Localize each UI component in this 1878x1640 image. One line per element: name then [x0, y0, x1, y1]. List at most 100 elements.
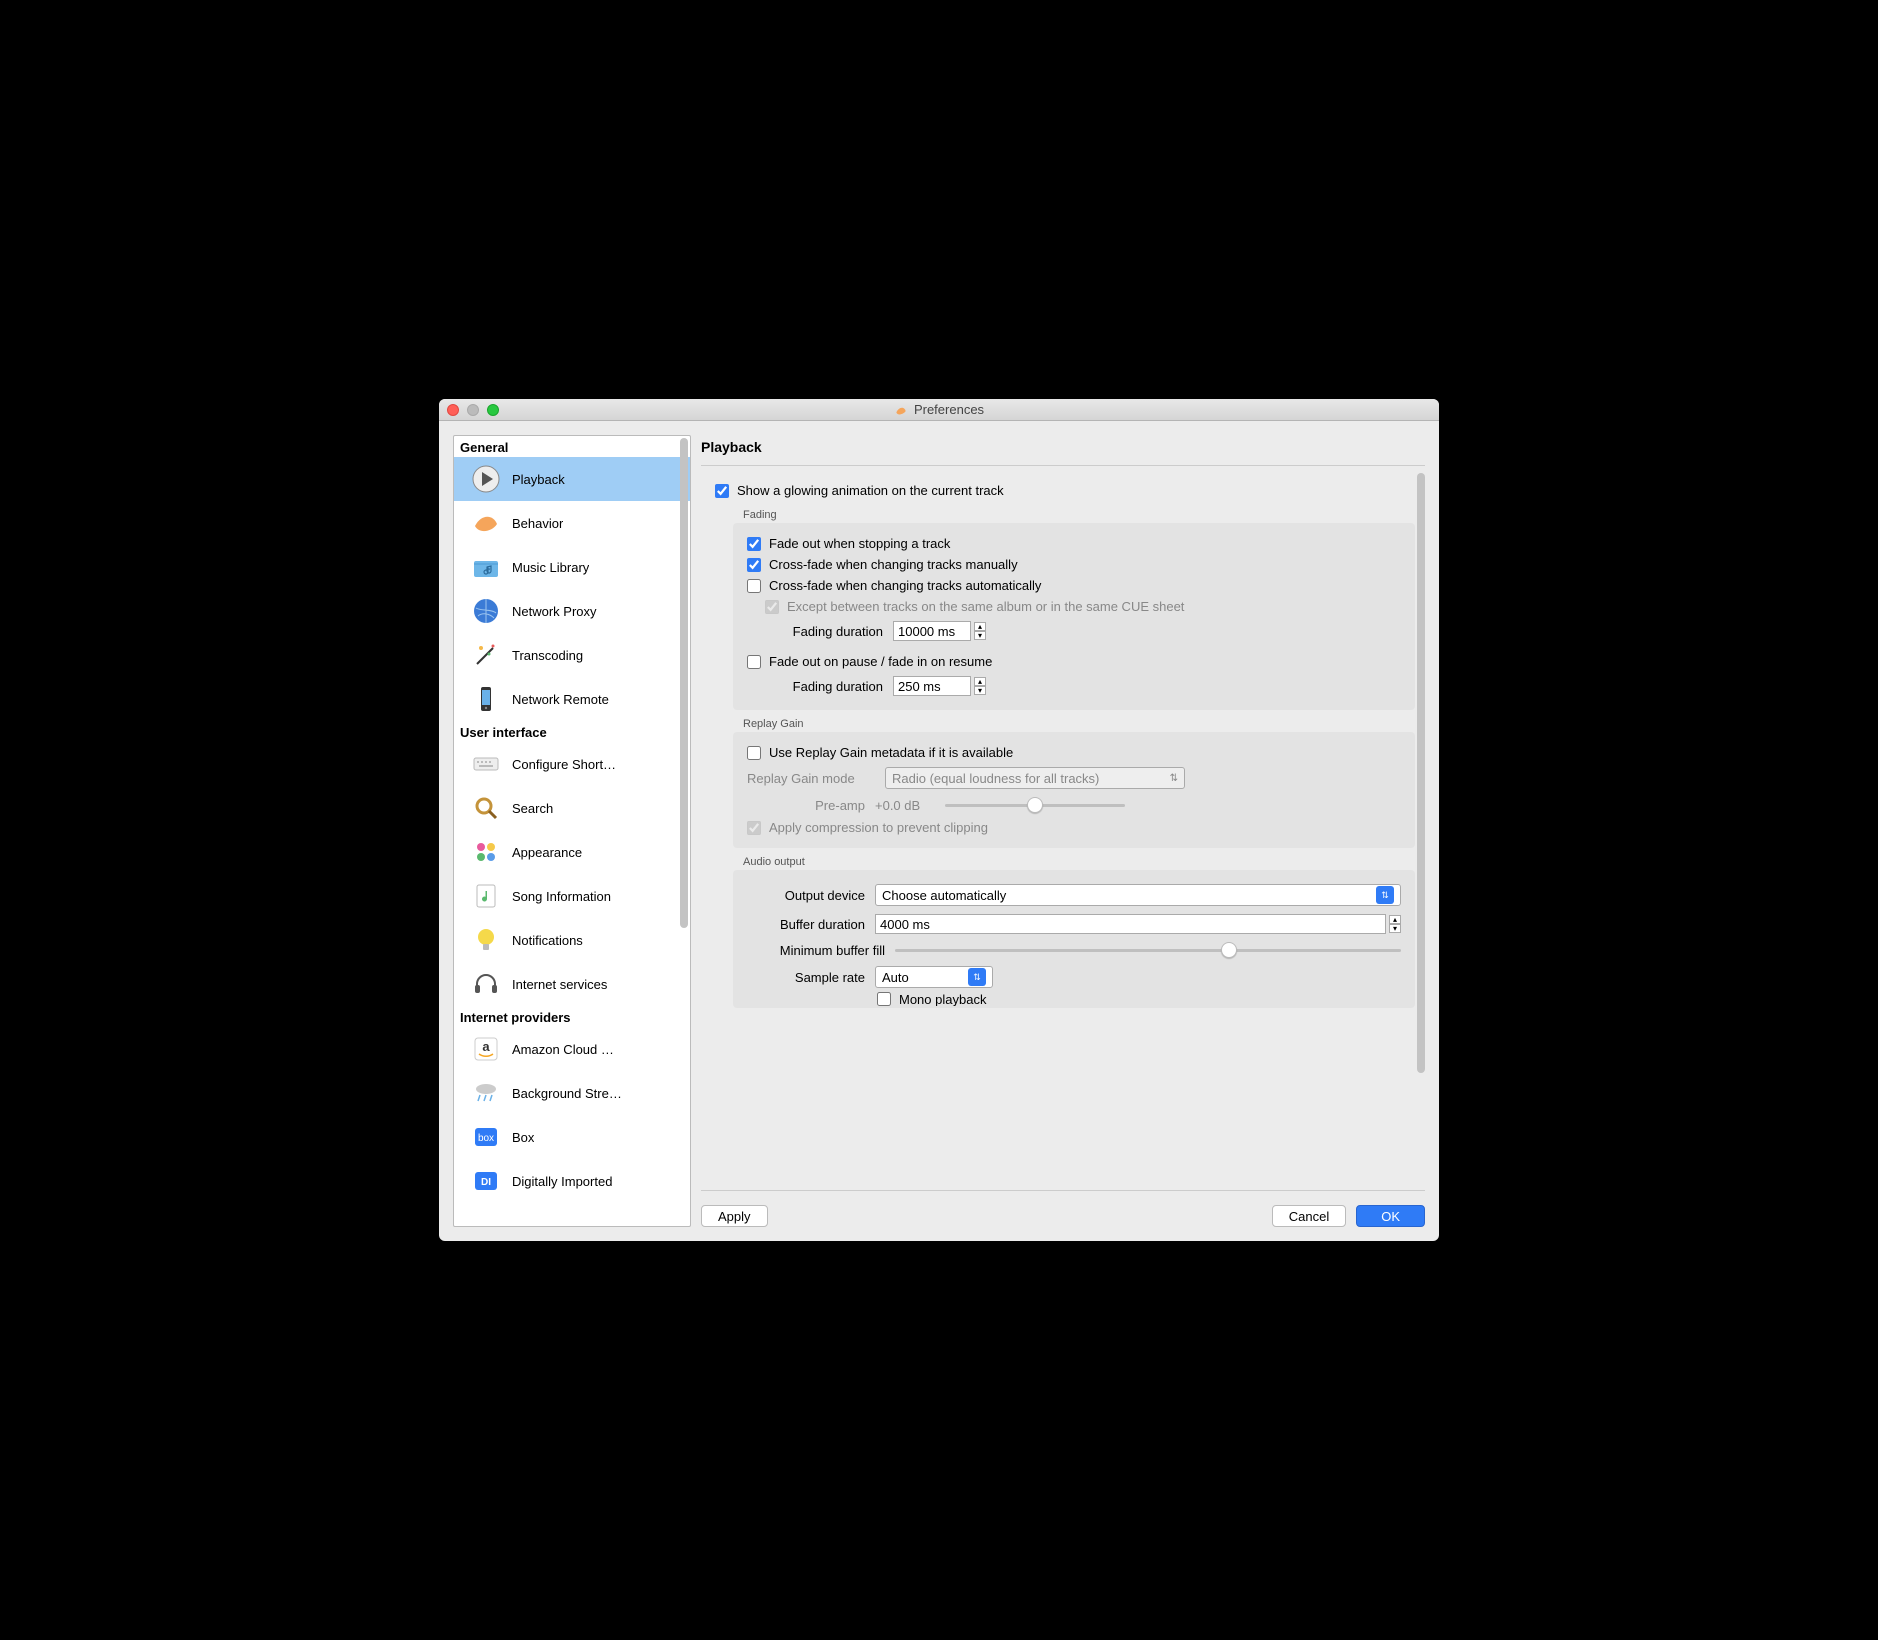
fade-duration-input[interactable]: ▴▾ [893, 621, 986, 641]
except-label: Except between tracks on the same album … [787, 599, 1184, 614]
fadeout-stop-checkbox[interactable]: Fade out when stopping a track [747, 533, 1401, 554]
stepper-up-icon[interactable]: ▴ [974, 622, 986, 631]
sidebar-item-song-info[interactable]: Song Information [454, 874, 690, 918]
audio-output-group: Audio output Output device Choose automa… [733, 856, 1415, 1008]
phone-icon [470, 683, 502, 715]
sidebar-item-label: Network Remote [512, 692, 609, 707]
sidebar-item-label: Search [512, 801, 553, 816]
sidebar-item-transcoding[interactable]: Transcoding [454, 633, 690, 677]
buffer-duration-input[interactable]: ▴▾ [875, 914, 1401, 934]
sidebar-item-label: Internet services [512, 977, 607, 992]
main-panel: Playback Show a glowing animation on the… [701, 435, 1425, 1227]
output-device-label: Output device [747, 888, 865, 903]
box-icon: box [470, 1121, 502, 1153]
sidebar-item-di[interactable]: DI Digitally Imported [454, 1159, 690, 1203]
apply-button[interactable]: Apply [701, 1205, 768, 1227]
sidebar: General Playback Behavior Music Library … [453, 435, 691, 1227]
sidebar-item-network-proxy[interactable]: Network Proxy [454, 589, 690, 633]
rain-icon [470, 1077, 502, 1109]
fade-pause-duration-input[interactable]: ▴▾ [893, 676, 986, 696]
sidebar-item-notifications[interactable]: Notifications [454, 918, 690, 962]
crossfade-manual-checkbox[interactable]: Cross-fade when changing tracks manually [747, 554, 1401, 575]
sidebar-item-label: Appearance [512, 845, 582, 860]
mono-checkbox[interactable]: Mono playback [747, 992, 1401, 1006]
replaygain-mode-label: Replay Gain mode [747, 771, 875, 786]
sidebar-item-shortcuts[interactable]: Configure Short… [454, 742, 690, 786]
sidebar-item-behavior[interactable]: Behavior [454, 501, 690, 545]
headphones-icon [470, 968, 502, 1000]
ok-button[interactable]: OK [1356, 1205, 1425, 1227]
compress-checkbox: Apply compression to prevent clipping [747, 817, 1401, 838]
sidebar-scrollbar[interactable] [680, 438, 688, 928]
svg-text:DI: DI [481, 1177, 491, 1188]
stepper-up-icon[interactable]: ▴ [1389, 915, 1401, 924]
sidebar-item-appearance[interactable]: Appearance [454, 830, 690, 874]
crossfade-auto-checkbox[interactable]: Cross-fade when changing tracks automati… [747, 575, 1401, 596]
sidebar-item-internet-services[interactable]: Internet services [454, 962, 690, 1006]
sidebar-item-label: Box [512, 1130, 534, 1145]
search-icon [470, 792, 502, 824]
sidebar-item-search[interactable]: Search [454, 786, 690, 830]
preferences-window: Preferences General Playback Behavior Mu… [439, 399, 1439, 1241]
audio-output-title: Audio output [733, 856, 1415, 868]
buffer-duration-label: Buffer duration [747, 917, 865, 932]
app-icon [894, 403, 908, 417]
mono-label: Mono playback [899, 992, 986, 1006]
stepper-down-icon[interactable]: ▾ [974, 686, 986, 695]
palette-icon [470, 836, 502, 868]
traffic-lights [447, 404, 499, 416]
sidebar-item-label: Amazon Cloud … [512, 1042, 614, 1057]
min-buffer-slider[interactable] [895, 942, 1401, 958]
compress-label: Apply compression to prevent clipping [769, 820, 988, 835]
stepper-down-icon[interactable]: ▾ [1389, 924, 1401, 933]
keyboard-icon [470, 748, 502, 780]
amazon-icon: a [470, 1033, 502, 1065]
sidebar-item-box[interactable]: box Box [454, 1115, 690, 1159]
sidebar-item-label: Transcoding [512, 648, 583, 663]
sidebar-item-music-library[interactable]: Music Library [454, 545, 690, 589]
close-icon[interactable] [447, 404, 459, 416]
stepper-up-icon[interactable]: ▴ [974, 677, 986, 686]
fading-group: Fading Fade out when stopping a track Cr… [733, 509, 1415, 710]
sidebar-item-label: Digitally Imported [512, 1174, 612, 1189]
sidebar-item-amazon[interactable]: a Amazon Cloud … [454, 1027, 690, 1071]
fadeout-stop-label: Fade out when stopping a track [769, 536, 950, 551]
note-page-icon [470, 880, 502, 912]
preamp-slider [945, 797, 1125, 813]
svg-text:box: box [478, 1133, 494, 1144]
preamp-value: +0.0 dB [875, 798, 935, 813]
sidebar-item-network-remote[interactable]: Network Remote [454, 677, 690, 721]
footer: Apply Cancel OK [701, 1190, 1425, 1227]
chevron-updown-icon: ⇅ [968, 968, 986, 986]
replaygain-use-checkbox[interactable]: Use Replay Gain metadata if it is availa… [747, 742, 1401, 763]
sidebar-item-background-streams[interactable]: Background Stre… [454, 1071, 690, 1115]
stepper-down-icon[interactable]: ▾ [974, 631, 986, 640]
sidebar-item-label: Background Stre… [512, 1086, 622, 1101]
output-device-select[interactable]: Choose automatically ⇅ [875, 884, 1401, 906]
sidebar-category-providers: Internet providers [454, 1006, 690, 1027]
main-scrollbar[interactable] [1417, 473, 1425, 1073]
di-icon: DI [470, 1165, 502, 1197]
fade-pause-checkbox[interactable]: Fade out on pause / fade in on resume [747, 651, 1401, 672]
titlebar: Preferences [439, 399, 1439, 421]
except-checkbox: Except between tracks on the same album … [747, 596, 1401, 617]
preamp-label: Pre-amp [747, 798, 865, 813]
sidebar-item-playback[interactable]: Playback [454, 457, 690, 501]
sidebar-category-general: General [454, 436, 690, 457]
updown-icon: ⇅ [1170, 773, 1178, 784]
folder-music-icon [470, 551, 502, 583]
zoom-icon[interactable] [487, 404, 499, 416]
cancel-button[interactable]: Cancel [1272, 1205, 1346, 1227]
sample-rate-label: Sample rate [747, 970, 865, 985]
glow-label: Show a glowing animation on the current … [737, 483, 1004, 498]
fade-pause-duration-label: Fading duration [765, 679, 883, 694]
glow-checkbox[interactable]: Show a glowing animation on the current … [715, 480, 1415, 501]
svg-text:a: a [482, 1039, 490, 1054]
sidebar-item-label: Network Proxy [512, 604, 597, 619]
window-title: Preferences [914, 402, 984, 417]
sidebar-item-label: Music Library [512, 560, 589, 575]
sidebar-item-label: Notifications [512, 933, 583, 948]
fade-pause-label: Fade out on pause / fade in on resume [769, 654, 992, 669]
sample-rate-select[interactable]: Auto ⇅ [875, 966, 993, 988]
globe-icon [470, 595, 502, 627]
